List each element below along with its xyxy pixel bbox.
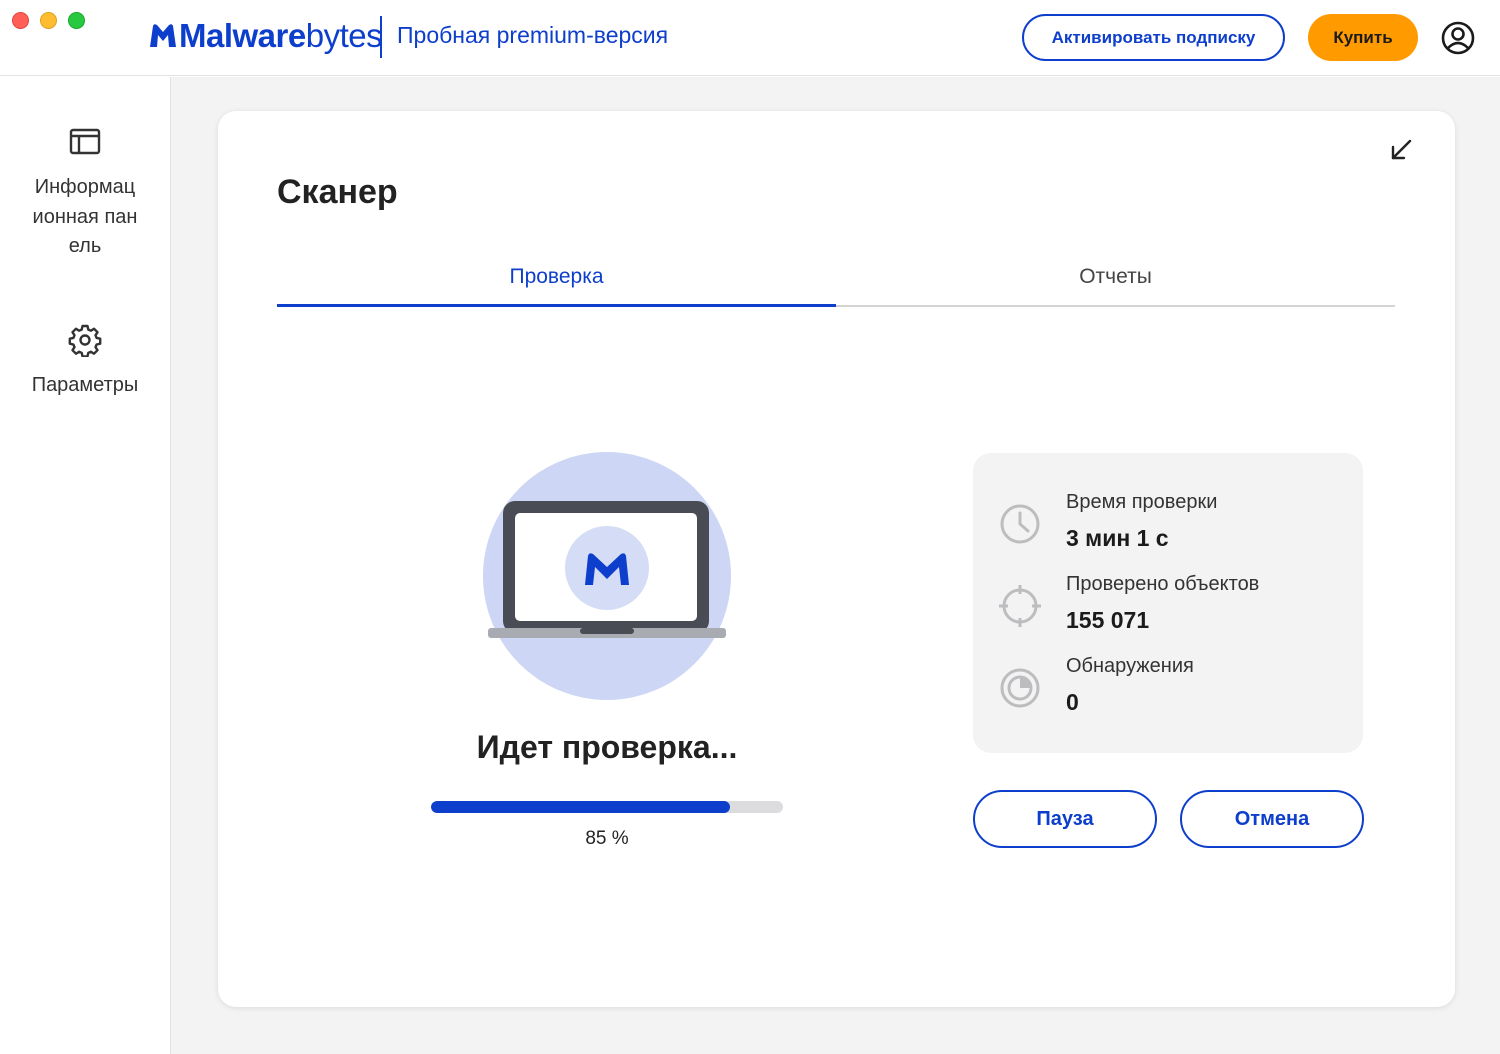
activate-subscription-button[interactable]: Активировать подписку <box>1022 14 1285 61</box>
buy-button[interactable]: Купить <box>1308 14 1418 61</box>
logo-divider <box>380 16 382 58</box>
tab-reports[interactable]: Отчеты <box>836 261 1395 307</box>
malwarebytes-logo-icon <box>150 24 176 47</box>
stat-label: Проверено объектов <box>1066 573 1260 595</box>
cancel-button[interactable]: Отмена <box>1180 790 1364 848</box>
scanner-tabs: Проверка Отчеты <box>277 261 1396 307</box>
clock-icon <box>1000 504 1040 544</box>
stat-value: 0 <box>1066 689 1079 715</box>
scan-status: Идет проверка... <box>476 729 738 765</box>
radar-icon <box>1000 668 1040 708</box>
sidebar-item-settings[interactable]: Параметры <box>0 323 170 401</box>
collapse-arrow-icon[interactable] <box>1388 137 1414 163</box>
scan-progress-text: 85 % <box>585 828 629 849</box>
main-area: Сканер Проверка Отчеты Идет проверка... … <box>171 77 1500 1054</box>
dashboard-icon <box>69 128 101 155</box>
logo-text-bold: Malware <box>179 17 306 54</box>
scan-stats-panel: Время проверки 3 мин 1 с Проверено объек… <box>973 453 1363 753</box>
stat-value: 3 мин 1 с <box>1066 525 1169 551</box>
sidebar: Информационная панель Параметры <box>0 77 171 1054</box>
scanner-card: Сканер Проверка Отчеты Идет проверка... … <box>218 111 1455 1007</box>
user-circle-icon[interactable] <box>1441 21 1475 55</box>
sidebar-item-label: Параметры <box>31 374 139 396</box>
stat-label: Время проверки <box>1066 491 1218 513</box>
edition-label: Пробная premium-версия <box>397 22 669 48</box>
stat-items-scanned: Проверено объектов 155 071 <box>973 571 1363 651</box>
stat-label: Обнаружения <box>1066 655 1194 677</box>
window-close-button[interactable] <box>12 12 29 29</box>
title-bar: Malwarebytes Пробная premium-версия Акти… <box>0 0 1500 76</box>
stat-value: 155 071 <box>1066 607 1150 633</box>
scan-progress-fill <box>431 801 731 813</box>
gear-icon <box>68 324 102 357</box>
page-title: Сканер <box>277 173 398 211</box>
tab-scan[interactable]: Проверка <box>277 261 836 307</box>
malwarebytes-logo: Malwarebytes <box>148 16 383 56</box>
crosshair-icon <box>999 585 1041 627</box>
window-minimize-button[interactable] <box>40 12 57 29</box>
stat-detections: Обнаружения 0 <box>973 653 1363 733</box>
sidebar-item-label: Информационная панель <box>32 176 138 257</box>
scan-progress-bar <box>431 801 783 813</box>
laptop-scan-illustration <box>483 452 731 700</box>
stat-scan-time: Время проверки 3 мин 1 с <box>973 489 1363 569</box>
pause-button[interactable]: Пауза <box>973 790 1157 848</box>
sidebar-item-dashboard[interactable]: Информационная панель <box>0 125 170 262</box>
window-maximize-button[interactable] <box>68 12 85 29</box>
logo-text-light: bytes <box>305 17 383 54</box>
